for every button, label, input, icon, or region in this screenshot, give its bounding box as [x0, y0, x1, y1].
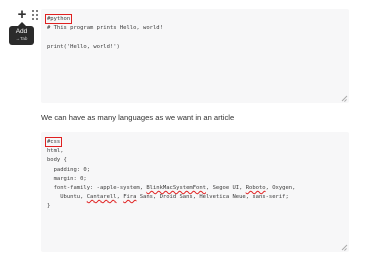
- code-block-python[interactable]: #python # This program prints Hello, wor…: [41, 9, 349, 103]
- language-tag: #python: [44, 14, 73, 24]
- code-line: font-family: -apple-system, BlinkMacSyst…: [47, 185, 296, 192]
- code-block-css[interactable]: #css html, body { padding: 0; margin: 0;…: [41, 132, 349, 252]
- code-line: print('Hello, world!'): [47, 43, 120, 50]
- resize-handle-icon[interactable]: [341, 244, 347, 250]
- article-paragraph[interactable]: We can have as many languages as we want…: [41, 113, 234, 122]
- code-line: margin: 0;: [47, 175, 87, 182]
- code-content[interactable]: #css html, body { padding: 0; margin: 0;…: [44, 137, 296, 212]
- resize-handle-icon[interactable]: [341, 95, 347, 101]
- code-line: Ubuntu, Cantarell, Fira Sans, Droid Sans…: [47, 194, 289, 201]
- tooltip-title: Add: [15, 28, 28, 35]
- language-tag: #css: [44, 137, 63, 147]
- code-content[interactable]: #python # This program prints Hello, wor…: [44, 14, 163, 52]
- add-tooltip: Add →Tab: [9, 22, 34, 45]
- code-line: padding: 0;: [47, 166, 91, 173]
- code-line: html,: [47, 148, 64, 155]
- code-line: body {: [47, 157, 67, 164]
- plus-icon: +: [17, 6, 27, 23]
- code-line: # This program prints Hello, world!: [47, 25, 163, 32]
- drag-handle-icon[interactable]: [32, 10, 38, 20]
- tooltip-shortcut: →Tab: [15, 36, 28, 41]
- code-line: }: [47, 203, 51, 210]
- add-block-button[interactable]: +: [16, 6, 28, 23]
